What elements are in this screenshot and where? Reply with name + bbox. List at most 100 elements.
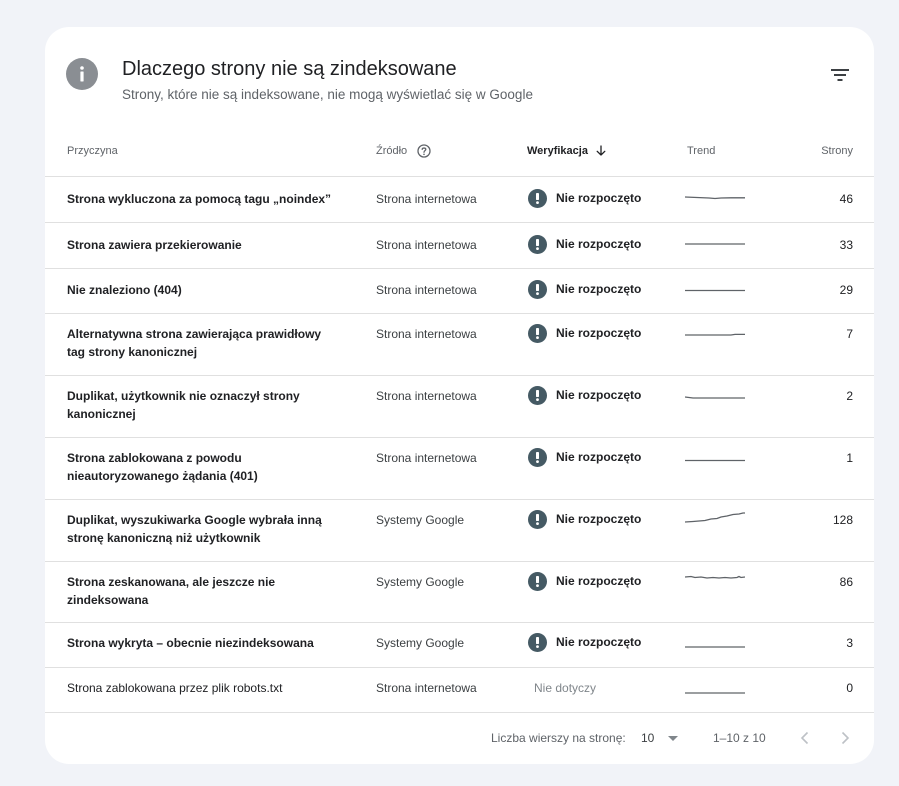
table-row[interactable]: Strona zablokowana przez plik robots.txt…: [45, 668, 874, 713]
source-cell: Strona internetowa: [376, 192, 477, 206]
column-header-trend: Trend: [687, 144, 715, 158]
pages-count: 2: [846, 389, 853, 403]
pages-count: 7: [846, 327, 853, 341]
verification-status: Nie rozpoczęto: [556, 635, 642, 649]
alert-icon: [528, 571, 547, 591]
table-row[interactable]: Strona zablokowana z powodu nieautoryzow…: [45, 438, 874, 500]
verification-cell: Nie rozpoczęto: [528, 188, 642, 208]
column-header-reason[interactable]: Przyczyna: [67, 144, 118, 158]
chevron-left-icon: [800, 731, 809, 745]
reason-cell: Strona zawiera przekierowanie: [67, 238, 242, 252]
verification-status: Nie dotyczy: [534, 681, 597, 695]
source-cell: Systemy Google: [376, 513, 465, 527]
table-row[interactable]: Nie znaleziono (404) Strona internetowa …: [45, 269, 874, 314]
trend-sparkline: [685, 459, 745, 462]
caret-down-icon: [668, 735, 679, 741]
card-header: Dlaczego strony nie są zindeksowane Stro…: [45, 27, 874, 127]
alert-icon: [528, 509, 547, 529]
source-cell: Strona internetowa: [376, 283, 477, 297]
column-header-trend-label: Trend: [687, 145, 716, 157]
next-page-button[interactable]: [833, 726, 857, 750]
rows-per-page-select[interactable]: 10: [641, 726, 685, 750]
trend-sparkline: [685, 646, 745, 648]
table-row[interactable]: Strona wykryta – obecnie niezindeksowana…: [45, 623, 874, 668]
source-cell: Systemy Google: [376, 575, 465, 589]
card-title: Dlaczego strony nie są zindeksowane: [122, 58, 457, 80]
verification-cell: Nie rozpoczęto: [528, 385, 642, 405]
pages-count: 3: [846, 636, 853, 650]
pages-count: 1: [846, 451, 853, 465]
column-header-verification[interactable]: Weryfikacja: [527, 144, 607, 158]
verification-cell: Nie rozpoczęto: [528, 279, 642, 299]
verification-cell: Nie rozpoczęto: [528, 323, 642, 343]
rows-per-page-label: Liczba wierszy na stronę:: [491, 731, 626, 745]
card-subtitle: Strony, które nie są indeksowane, nie mo…: [122, 87, 533, 102]
trend-sparkline: [685, 575, 745, 579]
alert-icon: [528, 234, 547, 254]
verification-cell: Nie rozpoczęto: [528, 509, 642, 529]
reason-cell: Nie znaleziono (404): [67, 283, 182, 297]
filter-icon: [831, 69, 849, 81]
sort-arrow-down-icon: [596, 145, 606, 156]
source-cell: Strona internetowa: [376, 238, 477, 252]
alert-icon: [528, 188, 547, 208]
column-header-source[interactable]: Źródło: [376, 144, 431, 158]
reason-cell: Strona wykryta – obecnie niezindeksowana: [67, 636, 314, 650]
column-header-reason-label: Przyczyna: [67, 145, 118, 157]
table-row[interactable]: Strona zeskanowana, ale jeszcze nie zind…: [45, 562, 874, 623]
column-header-source-label: Źródło: [376, 145, 408, 157]
table-row[interactable]: Strona zawiera przekierowanie Strona int…: [45, 223, 874, 269]
pages-count: 0: [846, 681, 853, 695]
pages-count: 29: [839, 283, 853, 297]
verification-status: Nie rozpoczęto: [556, 574, 642, 588]
rows-per-page-value: 10: [641, 731, 655, 745]
trend-sparkline: [685, 243, 745, 245]
verification-status: Nie rozpoczęto: [556, 326, 642, 340]
pages-count: 86: [839, 575, 853, 589]
table-row[interactable]: Strona wykluczona za pomocą tagu „noinde…: [45, 177, 874, 223]
filter-button[interactable]: [828, 63, 852, 87]
pagination-range: 1–10 z 10: [713, 731, 766, 745]
alert-icon: [528, 447, 547, 467]
verification-cell: Nie rozpoczęto: [528, 447, 641, 467]
pages-count: 46: [839, 192, 853, 206]
verification-status: Nie rozpoczęto: [556, 191, 642, 205]
trend-sparkline: [685, 196, 745, 200]
verification-status: Nie rozpoczęto: [556, 282, 642, 296]
trend-sparkline: [685, 289, 745, 292]
index-issues-card: Dlaczego strony nie są zindeksowane Stro…: [45, 27, 874, 764]
reason-cell: Alternatywna strona zawierająca prawidło…: [67, 327, 322, 359]
column-header-pages-label: Strony: [821, 145, 853, 157]
table-row[interactable]: Duplikat, użytkownik nie oznaczył strony…: [45, 376, 874, 438]
alert-icon: [528, 385, 547, 405]
reason-cell: Duplikat, wyszukiwarka Google wybrała in…: [67, 513, 322, 545]
source-cell: Systemy Google: [376, 636, 465, 650]
alert-icon: [528, 632, 547, 652]
reason-cell: Strona zablokowana z powodu nieautoryzow…: [67, 451, 258, 483]
verification-cell: Nie rozpoczęto: [528, 632, 642, 652]
chevron-right-icon: [841, 731, 850, 745]
trend-sparkline: [685, 512, 745, 523]
table-row[interactable]: Duplikat, wyszukiwarka Google wybrała in…: [45, 500, 874, 562]
source-cell: Strona internetowa: [376, 389, 477, 403]
help-icon[interactable]: [417, 144, 431, 158]
reason-cell: Duplikat, użytkownik nie oznaczył strony…: [67, 389, 300, 421]
source-cell: Strona internetowa: [376, 327, 477, 341]
trend-sparkline: [685, 333, 745, 336]
reason-cell: Strona zeskanowana, ale jeszcze nie zind…: [67, 575, 276, 607]
previous-page-button[interactable]: [793, 726, 817, 750]
verification-status: Nie rozpoczęto: [556, 388, 642, 402]
column-header-verification-label: Weryfikacja: [527, 145, 588, 157]
table-row[interactable]: Alternatywna strona zawierająca prawidło…: [45, 314, 874, 376]
verification-cell: Nie rozpoczęto: [528, 234, 642, 254]
info-icon: [66, 58, 98, 90]
verification-status: Nie rozpoczęto: [556, 237, 642, 251]
source-cell: Strona internetowa: [376, 681, 477, 695]
table-pagination: Liczba wierszy na stronę: 10 1–10 z 10: [45, 713, 874, 764]
alert-icon: [528, 323, 547, 343]
verification-cell: Nie rozpoczęto: [528, 571, 642, 591]
source-cell: Strona internetowa: [376, 451, 477, 465]
verification-status: Nie rozpoczęto: [556, 512, 642, 526]
trend-sparkline: [685, 396, 745, 399]
column-header-pages[interactable]: Strony: [785, 144, 853, 158]
